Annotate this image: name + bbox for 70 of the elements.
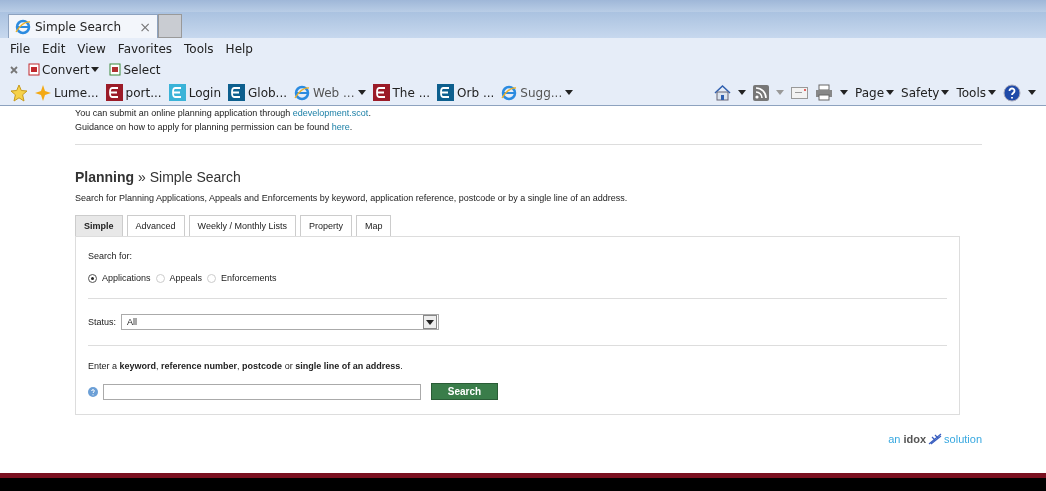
search-tab[interactable]: Map [355, 215, 392, 236]
browser-icon [294, 84, 311, 101]
text-link[interactable]: here [331, 122, 350, 132]
radio-label[interactable]: Applications [102, 273, 151, 283]
menu-item[interactable]: Favorites [117, 41, 173, 56]
browser-icon [15, 18, 31, 35]
toolbar-button[interactable]: Convert [42, 62, 90, 77]
caret-icon[interactable] [988, 90, 996, 95]
favorite-link[interactable]: Glob... [248, 85, 288, 100]
description-text: Search for Planning Applications, Appeals and Enforcements by keyword, application reference, postcode or by a single line of an address. [75, 193, 629, 203]
status-dropdown[interactable]: All [121, 314, 439, 330]
field-label: Search for: [88, 251, 133, 261]
brand-logo: an idox solution [888, 433, 982, 445]
search-tab[interactable]: Weekly / Monthly Lists [188, 215, 296, 236]
favorite-link[interactable]: Sugg... [520, 85, 563, 100]
letter-e-icon [228, 84, 246, 101]
caret-icon[interactable] [886, 90, 895, 95]
mail-icon[interactable] [791, 86, 808, 99]
favorite-link[interactable]: port... [125, 85, 162, 100]
field-label: Status: [88, 317, 116, 327]
feed-icon[interactable] [753, 84, 769, 101]
caret-icon[interactable] [357, 90, 366, 95]
sparkle-icon [35, 84, 51, 101]
help-icon[interactable] [1003, 83, 1021, 102]
letter-e-icon [168, 84, 186, 101]
caret-icon[interactable] [941, 90, 950, 95]
close-icon[interactable]: × [139, 18, 151, 35]
printer-icon[interactable] [815, 84, 833, 101]
caret-icon[interactable] [1028, 90, 1036, 95]
instruction-text: Enter a keyword, reference number, postcode or single line of an address. [88, 361, 403, 371]
document-icon [28, 63, 40, 76]
search-tab[interactable]: Advanced [126, 215, 185, 236]
favorite-link[interactable]: Login [188, 85, 222, 100]
notice-text: You can submit an online planning application through edevelopment.scot. [75, 107, 372, 120]
home-icon[interactable] [714, 84, 731, 101]
document-icon [109, 63, 122, 76]
favorite-link[interactable]: Orb ... [457, 85, 495, 100]
star-icon[interactable] [10, 83, 28, 102]
toolbar-button[interactable]: Select [123, 62, 161, 77]
favorite-link[interactable]: Lume... [54, 85, 99, 100]
browser-tab[interactable]: Simple Search × [8, 14, 158, 38]
caret-icon[interactable] [738, 90, 746, 95]
letter-e-icon [105, 84, 123, 101]
favorite-link[interactable]: The ... [392, 85, 431, 100]
menu-item[interactable]: Tools [184, 41, 214, 56]
radio-button[interactable] [88, 273, 97, 283]
caret-icon[interactable] [91, 67, 100, 72]
radio-label[interactable]: Appeals [169, 273, 203, 283]
letter-e-icon [372, 84, 390, 101]
radio-label[interactable]: Enforcements [221, 273, 277, 283]
caret-icon[interactable] [426, 319, 434, 325]
menu-item[interactable]: View [77, 41, 106, 56]
menu-item[interactable]: Help [225, 41, 253, 56]
close-icon[interactable] [10, 65, 18, 74]
caret-icon[interactable] [840, 90, 848, 95]
menu-item[interactable]: Edit [42, 41, 66, 56]
notice-text: Guidance on how to apply for planning permission can be found here. [75, 121, 354, 134]
page-heading: Planning » Simple Search [75, 169, 242, 185]
menu-item[interactable]: File [10, 41, 31, 56]
letter-e-icon [437, 84, 455, 101]
search-tab[interactable]: Simple [75, 215, 123, 236]
search-tab[interactable]: Property [299, 215, 352, 236]
search-field[interactable] [103, 383, 421, 400]
caret-icon[interactable] [565, 90, 574, 95]
toolbar-menu[interactable]: Page [855, 85, 885, 100]
browser-icon [501, 84, 518, 101]
toolbar-menu[interactable]: Tools [956, 85, 986, 100]
toolbar-menu[interactable]: Safety [901, 85, 940, 100]
search-button[interactable]: Search [431, 383, 498, 400]
favorite-link[interactable]: Web ... [313, 85, 355, 100]
